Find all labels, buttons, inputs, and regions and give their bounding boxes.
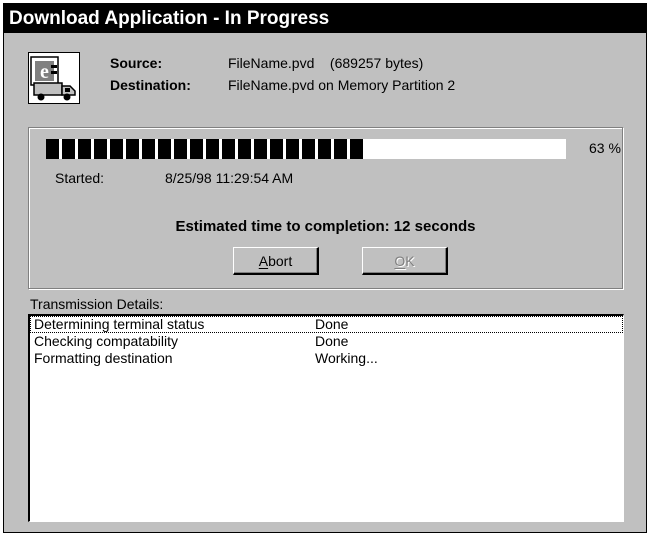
- source-label: Source:: [110, 55, 163, 71]
- dialog-title: Download Application - In Progress: [4, 4, 646, 33]
- progress-bar: [46, 139, 566, 159]
- list-item[interactable]: Determining terminal status Done: [30, 316, 623, 333]
- details-list[interactable]: Determining terminal status Done Checkin…: [28, 314, 624, 522]
- ok-rest: K: [405, 253, 415, 269]
- ok-button[interactable]: OK: [362, 247, 448, 275]
- task-name: Determining terminal status: [34, 316, 205, 332]
- download-dialog: Download Application - In Progress e Sou…: [3, 3, 647, 533]
- progress-group: 63 % Started: 8/25/98 11:29:54 AM Estima…: [28, 127, 623, 289]
- progress-fill: [46, 139, 363, 159]
- task-status: Working...: [315, 350, 378, 366]
- download-truck-icon: e: [28, 52, 80, 104]
- destination-label: Destination:: [110, 77, 191, 93]
- source-value: FileName.pvd (689257 bytes): [228, 55, 424, 71]
- abort-mnemonic: A: [258, 253, 269, 269]
- progress-percent: 63 %: [589, 140, 621, 156]
- list-item[interactable]: Checking compatability Done: [30, 333, 623, 350]
- abort-button[interactable]: Abort: [233, 247, 319, 275]
- started-label: Started:: [55, 170, 105, 186]
- task-status: Done: [315, 333, 349, 349]
- destination-value: FileName.pvd on Memory Partition 2: [228, 77, 456, 93]
- svg-text:e: e: [40, 61, 49, 83]
- ok-mnemonic: O: [394, 253, 406, 269]
- details-label: Transmission Details:: [30, 296, 164, 312]
- task-name: Formatting destination: [34, 350, 173, 366]
- list-item[interactable]: Formatting destination Working...: [30, 350, 623, 367]
- abort-rest: bort: [268, 253, 293, 269]
- task-status: Done: [315, 316, 349, 332]
- task-name: Checking compatability: [34, 333, 178, 349]
- eta-text: Estimated time to completion: 12 seconds: [175, 218, 476, 235]
- started-value: 8/25/98 11:29:54 AM: [165, 170, 294, 186]
